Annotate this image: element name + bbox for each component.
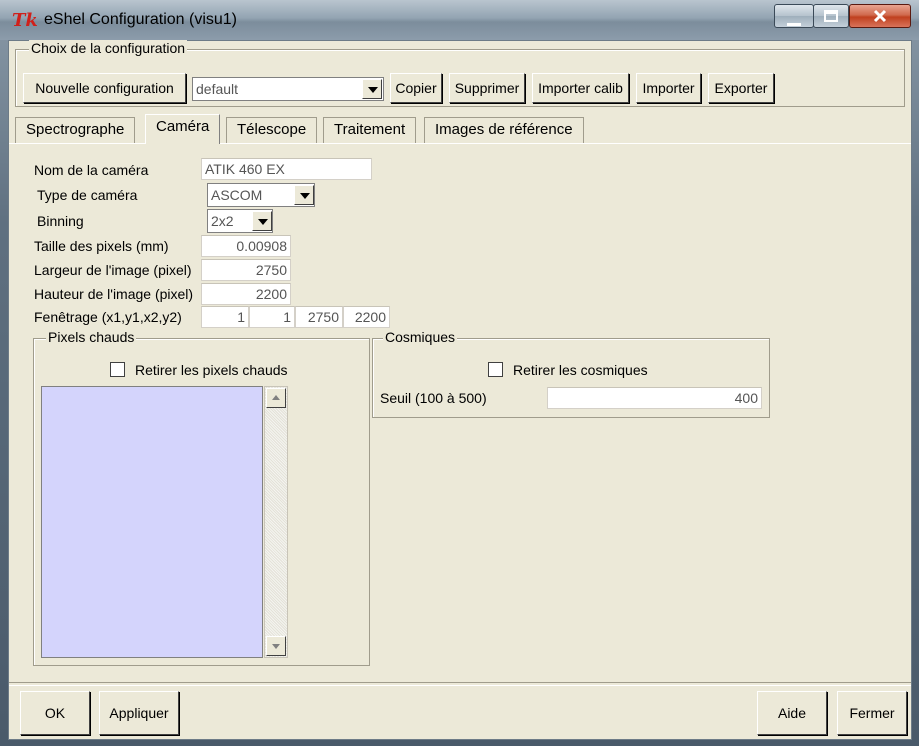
camera-name-input[interactable]: ATIK 460 EX bbox=[201, 158, 372, 180]
image-height-value: 2200 bbox=[255, 286, 287, 302]
maximize-button[interactable] bbox=[813, 4, 849, 28]
window-x1-value: 1 bbox=[237, 309, 245, 325]
chevron-down-icon bbox=[272, 644, 280, 649]
binning-label: Binning bbox=[37, 213, 84, 229]
tab-telescope[interactable]: Télescope bbox=[226, 117, 318, 143]
pixel-size-input[interactable]: 0.00908 bbox=[201, 235, 291, 257]
camera-type-value: ASCOM bbox=[211, 187, 263, 203]
title-bar[interactable]: Tk eShel Configuration (visu1) bbox=[0, 0, 919, 40]
binning-value: 2x2 bbox=[211, 213, 234, 229]
pixel-size-value: 0.00908 bbox=[236, 238, 287, 254]
tab-spectrographe[interactable]: Spectrographe bbox=[15, 117, 136, 143]
camera-type-label: Type de caméra bbox=[37, 187, 138, 203]
threshold-value: 400 bbox=[734, 390, 758, 406]
chevron-up-icon bbox=[272, 395, 280, 400]
camera-name-value: ATIK 460 EX bbox=[205, 161, 285, 177]
app-window: Tk eShel Configuration (visu1) Choix de … bbox=[0, 0, 919, 746]
export-button[interactable]: Exporter bbox=[708, 73, 774, 103]
threshold-label: Seuil (100 à 500) bbox=[380, 390, 487, 406]
minimize-button[interactable] bbox=[774, 4, 814, 28]
config-select[interactable]: default bbox=[192, 77, 384, 101]
maximize-icon bbox=[814, 5, 848, 27]
config-select-value: default bbox=[196, 81, 239, 97]
image-width-label: Largeur de l'image (pixel) bbox=[34, 262, 192, 278]
cosmics-group-label: Cosmiques bbox=[383, 329, 458, 345]
binning-chevron-down-icon[interactable] bbox=[252, 211, 272, 231]
close-icon bbox=[850, 5, 910, 27]
import-calib-button[interactable]: Importer calib bbox=[532, 73, 629, 103]
close-button[interactable] bbox=[849, 4, 911, 28]
import-button[interactable]: Importer bbox=[636, 73, 701, 103]
tk-feather-icon[interactable]: Tk bbox=[12, 10, 38, 31]
tab-label: Traitement bbox=[334, 121, 406, 138]
window-y2-value: 2200 bbox=[354, 309, 386, 325]
threshold-input[interactable]: 400 bbox=[547, 387, 762, 409]
help-button[interactable]: Aide bbox=[757, 691, 827, 735]
window-x2-input[interactable]: 2750 bbox=[295, 306, 343, 328]
hot-pixels-list[interactable] bbox=[41, 386, 263, 658]
tab-images-reference[interactable]: Images de référence bbox=[424, 117, 584, 143]
apply-button[interactable]: Appliquer bbox=[99, 691, 179, 735]
remove-cosmics-checkbox[interactable] bbox=[488, 362, 503, 377]
camera-name-label: Nom de la caméra bbox=[34, 162, 149, 178]
ok-button[interactable]: OK bbox=[20, 691, 90, 735]
scroll-up-button[interactable] bbox=[266, 388, 286, 408]
tab-label: Caméra bbox=[156, 118, 210, 135]
hot-pixels-scrollbar[interactable] bbox=[264, 386, 288, 658]
config-group-label: Choix de la configuration bbox=[29, 40, 188, 56]
copy-button[interactable]: Copier bbox=[390, 73, 442, 103]
window-y2-input[interactable]: 2200 bbox=[343, 306, 390, 328]
tab-label: Spectrographe bbox=[26, 121, 125, 138]
window-y1-value: 1 bbox=[283, 309, 291, 325]
hot-pixels-group-label: Pixels chauds bbox=[46, 329, 137, 345]
window-x1-input[interactable]: 1 bbox=[201, 306, 249, 328]
pixel-size-label: Taille des pixels (mm) bbox=[34, 238, 169, 254]
image-height-input[interactable]: 2200 bbox=[201, 283, 291, 305]
image-width-input[interactable]: 2750 bbox=[201, 259, 291, 281]
window-y1-input[interactable]: 1 bbox=[249, 306, 295, 328]
delete-button[interactable]: Supprimer bbox=[449, 73, 525, 103]
new-config-button[interactable]: Nouvelle configuration bbox=[23, 73, 186, 103]
window-x2-value: 2750 bbox=[307, 309, 339, 325]
config-select-chevron-down-icon[interactable] bbox=[362, 79, 382, 99]
minimize-icon bbox=[775, 11, 813, 27]
remove-cosmics-label: Retirer les cosmiques bbox=[513, 362, 648, 378]
windowing-label: Fenêtrage (x1,y1,x2,y2) bbox=[34, 309, 182, 325]
remove-hot-pixels-label: Retirer les pixels chauds bbox=[135, 362, 288, 378]
scroll-down-button[interactable] bbox=[266, 636, 286, 656]
footer-separator bbox=[9, 682, 911, 686]
window-title: eShel Configuration (visu1) bbox=[44, 11, 237, 28]
tab-camera[interactable]: Caméra bbox=[145, 114, 221, 144]
remove-hot-pixels-checkbox[interactable] bbox=[110, 362, 125, 377]
dialog-client-area: Choix de la configuration Nouvelle confi… bbox=[8, 40, 912, 740]
tab-traitement[interactable]: Traitement bbox=[323, 117, 417, 143]
image-width-value: 2750 bbox=[255, 262, 287, 278]
camera-type-chevron-down-icon[interactable] bbox=[294, 185, 314, 205]
tab-label: Images de référence bbox=[435, 121, 573, 138]
tab-label: Télescope bbox=[237, 121, 307, 138]
close-dialog-button[interactable]: Fermer bbox=[837, 691, 907, 735]
image-height-label: Hauteur de l'image (pixel) bbox=[34, 286, 194, 302]
